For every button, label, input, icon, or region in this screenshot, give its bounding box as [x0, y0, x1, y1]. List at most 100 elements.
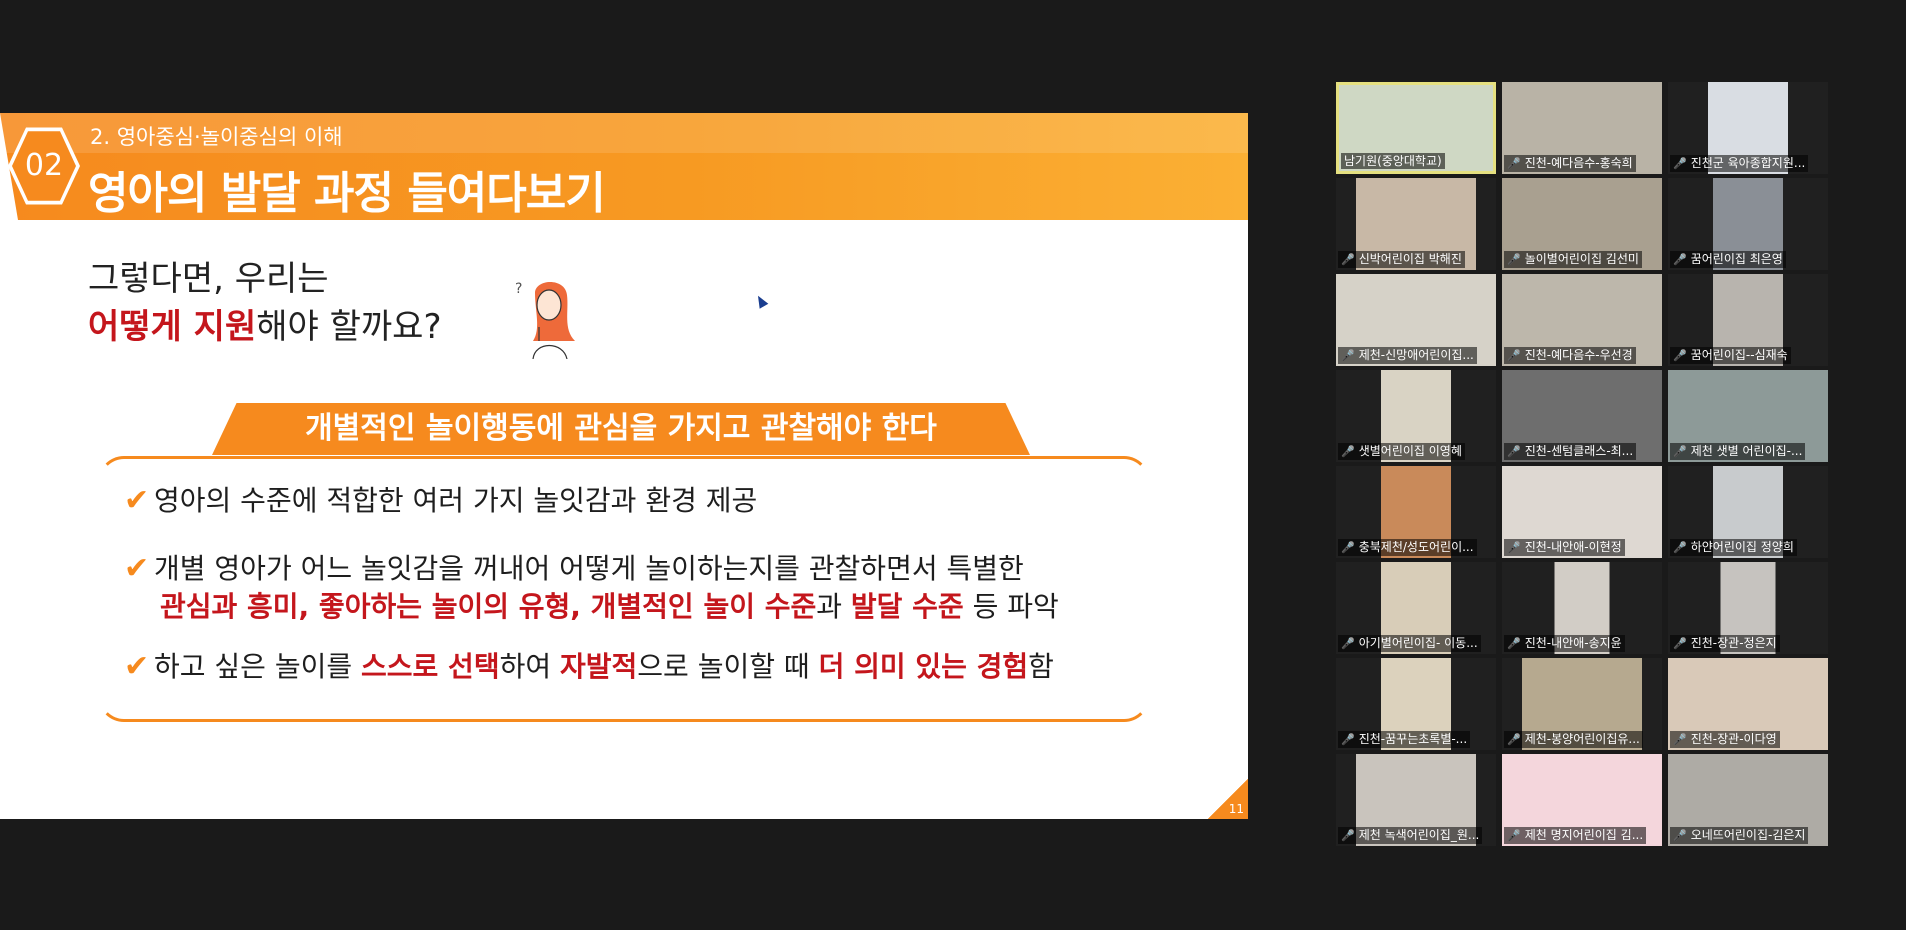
bullet-item-1: ✔ 영아의 수준에 적합한 여러 가지 놀잇감과 환경 제공 [124, 482, 757, 520]
participant-name: 샛별어린이집 이영혜 [1358, 444, 1462, 458]
participant-name: 오네뜨어린이집-김은지 [1690, 828, 1806, 842]
participant-name: 진천-내안애-이현정 [1524, 540, 1622, 554]
participant-tile[interactable]: 🎤 진천-예다음수-홍숙희 [1502, 82, 1662, 174]
muted-mic-icon: 🎤 [1507, 253, 1521, 266]
check-icon: ✔ [124, 649, 150, 684]
participant-nameplate: 🎤 하얀어린이집 정양희 [1670, 539, 1797, 556]
participant-name: 꿈어린이집 최은영 [1690, 252, 1783, 266]
participant-tile[interactable]: 남기원(중앙대학교) [1336, 82, 1496, 174]
participant-name: 진천-센텀클래스-최... [1524, 444, 1634, 458]
participant-nameplate: 🎤 제천-신망애어린이집... [1338, 347, 1477, 364]
participant-name: 남기원(중앙대학교) [1344, 154, 1442, 168]
thinking-woman-icon: ? [515, 281, 575, 359]
bullet-text: 으로 놀이할 때 [637, 650, 819, 683]
check-icon: ✔ [124, 483, 150, 518]
participant-tile[interactable]: 🎤 진천-센텀클래스-최... [1502, 370, 1662, 462]
slide-title: 영아의 발달 과정 들여다보기 [88, 168, 606, 219]
muted-mic-icon: 🎤 [1507, 541, 1521, 554]
participant-nameplate: 🎤 진천-센텀클래스-최... [1504, 443, 1637, 460]
muted-mic-icon: 🎤 [1341, 253, 1355, 266]
participant-nameplate: 🎤 진천군 육아종합지원... [1670, 155, 1809, 172]
question-rest: 해야 할까요? [256, 307, 442, 347]
participant-name: 충북제천/성도어린이... [1358, 540, 1474, 554]
participant-nameplate: 남기원(중앙대학교) [1341, 153, 1445, 169]
participant-name: 아기별어린이집- 이동... [1358, 636, 1478, 650]
participant-nameplate: 🎤 샛별어린이집 이영혜 [1338, 443, 1465, 460]
muted-mic-icon: 🎤 [1673, 637, 1687, 650]
participant-nameplate: 🎤 놀이별어린이집 김선미 [1504, 251, 1642, 268]
check-icon: ✔ [124, 551, 150, 586]
participant-nameplate: 🎤 진천-장관-정은지 [1670, 635, 1780, 652]
participant-name: 하얀어린이집 정양희 [1690, 540, 1794, 554]
participant-tile[interactable]: 🎤 진천-예다음수-우선경 [1502, 274, 1662, 366]
participant-tile[interactable]: 🎤 진천-꿈꾸는초록별-... [1336, 658, 1496, 750]
participant-tile[interactable]: 🎤 오네뜨어린이집-김은지 [1668, 754, 1828, 846]
participant-tile[interactable]: 🎤 꿈어린이집 최은영 [1668, 178, 1828, 270]
svg-text:?: ? [515, 281, 522, 297]
key-message-text: 개별적인 놀이행동에 관심을 가지고 관찰해야 한다 [305, 411, 937, 446]
participant-nameplate: 🎤 꿈어린이집 최은영 [1670, 251, 1786, 268]
presentation-slide: 02 2. 영아중심·놀이중심의 이해 영아의 발달 과정 들여다보기 그렇다면… [0, 113, 1248, 819]
section-number: 02 [24, 148, 64, 183]
participant-nameplate: 🎤 오네뜨어린이집-김은지 [1670, 827, 1809, 844]
bullet-highlight: 자발적 [560, 650, 638, 683]
muted-mic-icon: 🎤 [1507, 829, 1521, 842]
participant-tile[interactable]: 🎤 하얀어린이집 정양희 [1668, 466, 1828, 558]
participant-tile[interactable]: 🎤 제천 샛별 어린이집-... [1668, 370, 1828, 462]
participant-nameplate: 🎤 진천-내안애-이현정 [1504, 539, 1625, 556]
participant-tile[interactable]: 🎤 제천-봉양어린이집유... [1502, 658, 1662, 750]
muted-mic-icon: 🎤 [1341, 733, 1355, 746]
participant-name: 진천-장관-이다영 [1690, 732, 1777, 746]
participant-name: 진천-꿈꾸는초록별-... [1358, 732, 1468, 746]
participant-tile[interactable]: 🎤 충북제천/성도어린이... [1336, 466, 1496, 558]
participant-tile[interactable]: 🎤 진천-장관-이다영 [1668, 658, 1828, 750]
bullet-highlight: 발달 수준 [850, 590, 964, 623]
slide-subtitle: 2. 영아중심·놀이중심의 이해 [90, 125, 343, 149]
muted-mic-icon: 🎤 [1507, 637, 1521, 650]
muted-mic-icon: 🎤 [1341, 445, 1355, 458]
participant-tile[interactable]: 🎤 제천-신망애어린이집... [1336, 274, 1496, 366]
muted-mic-icon: 🎤 [1673, 541, 1687, 554]
question-highlight: 어떻게 지원 [88, 307, 257, 347]
participant-tile[interactable]: 🎤 제천 녹색어린이집_원... [1336, 754, 1496, 846]
participant-name: 제천-봉양어린이집유... [1524, 732, 1640, 746]
participant-name: 진천-내안애-송지윤 [1524, 636, 1622, 650]
muted-mic-icon: 🎤 [1507, 157, 1521, 170]
bullet-item-3: ✔ 하고 싶은 놀이를 스스로 선택하여 자발적으로 놀이할 때 더 의미 있는 … [124, 648, 1054, 686]
bullet-item-2: ✔ 개별 영아가 어느 놀잇감을 꺼내어 어떻게 놀이하는지를 관찰하면서 특별한… [124, 550, 1059, 626]
participant-tile[interactable]: 🎤 샛별어린이집 이영혜 [1336, 370, 1496, 462]
muted-mic-icon: 🎤 [1673, 445, 1687, 458]
participant-tile[interactable]: 🎤 신박어린이집 박해진 [1336, 178, 1496, 270]
bullet-continuation: 관심과 흥미, 좋아하는 놀이의 유형, 개별적인 놀이 수준과 발달 수준 등… [124, 588, 1059, 626]
participant-tile[interactable]: 🎤 꿈어린이집--심재숙 [1668, 274, 1828, 366]
participant-tile[interactable]: 🎤 진천-장관-정은지 [1668, 562, 1828, 654]
muted-mic-icon: 🎤 [1341, 637, 1355, 650]
bullet-text: 등 파악 [963, 590, 1059, 623]
bullet-text: 개별 영아가 어느 놀잇감을 꺼내어 어떻게 놀이하는지를 관찰하면서 특별한 [154, 552, 1024, 585]
participant-name: 꿈어린이집--심재숙 [1690, 348, 1788, 362]
participant-tile[interactable]: 🎤 진천-내안애-이현정 [1502, 466, 1662, 558]
participant-name: 진천군 육아종합지원... [1690, 156, 1806, 170]
participant-nameplate: 🎤 진천-장관-이다영 [1670, 731, 1780, 748]
participant-nameplate: 🎤 제천 명지어린이집 김... [1504, 827, 1647, 844]
page-number-text: 11 [1228, 802, 1244, 816]
participant-tile[interactable]: 🎤 진천-내안애-송지윤 [1502, 562, 1662, 654]
participant-name: 제천 녹색어린이집_원... [1358, 828, 1480, 842]
participant-name: 제천 샛별 어린이집-... [1690, 444, 1803, 458]
participant-nameplate: 🎤 꿈어린이집--심재숙 [1670, 347, 1791, 364]
participant-nameplate: 🎤 충북제천/성도어린이... [1338, 539, 1477, 556]
participant-name: 신박어린이집 박해진 [1358, 252, 1462, 266]
question-text: 그렇다면, 우리는 어떻게 지원해야 할까요? [88, 255, 442, 351]
participant-tile[interactable]: 🎤 아기별어린이집- 이동... [1336, 562, 1496, 654]
participant-nameplate: 🎤 진천-꿈꾸는초록별-... [1338, 731, 1471, 748]
muted-mic-icon: 🎤 [1673, 349, 1687, 362]
participant-tile[interactable]: 🎤 진천군 육아종합지원... [1668, 82, 1828, 174]
participant-nameplate: 🎤 제천 샛별 어린이집-... [1670, 443, 1806, 460]
bullet-text: 영아의 수준에 적합한 여러 가지 놀잇감과 환경 제공 [154, 484, 758, 517]
bullet-text: 함 [1028, 650, 1054, 683]
participant-nameplate: 🎤 제천 녹색어린이집_원... [1338, 827, 1483, 844]
participant-tile[interactable]: 🎤 제천 명지어린이집 김... [1502, 754, 1662, 846]
participant-tile[interactable]: 🎤 놀이별어린이집 김선미 [1502, 178, 1662, 270]
participant-name: 진천-장관-정은지 [1690, 636, 1777, 650]
participant-nameplate: 🎤 신박어린이집 박해진 [1338, 251, 1465, 268]
